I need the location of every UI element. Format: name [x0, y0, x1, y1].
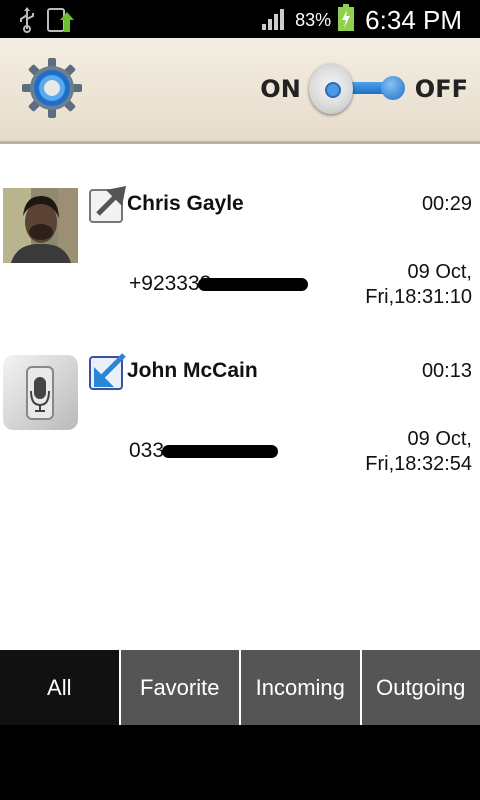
call-date: 09 Oct, Fri,18:31:10: [365, 260, 472, 310]
list-item[interactable]: John McCain 00:13 033 09 Oct, Fri,18:32:…: [0, 311, 480, 478]
battery-charging-icon: [337, 4, 355, 36]
toggle-off-knob: [380, 76, 405, 100]
call-duration: 00:29: [421, 193, 472, 215]
call-duration: 00:13: [421, 360, 472, 382]
usb-icon: [18, 7, 36, 37]
call-date-day: 09 Oct,: [407, 428, 472, 450]
incoming-call-icon: [88, 351, 128, 391]
tab-incoming[interactable]: Incoming: [239, 650, 360, 725]
contact-name: John McCain: [127, 359, 258, 382]
download-icon: [46, 6, 76, 38]
app-header: ON OFF: [0, 38, 480, 144]
redaction-mark: [162, 445, 278, 458]
signal-icon: [261, 6, 289, 34]
status-indicators: 83% 6:34 PM: [261, 4, 462, 36]
toggle-switch[interactable]: [308, 60, 407, 118]
clock: 6:34 PM: [365, 4, 462, 35]
phone-number: 033: [129, 439, 165, 462]
status-bar: 83% 6:34 PM: [0, 0, 480, 38]
filter-tabs: All Favorite Incoming Outgoing: [0, 650, 480, 725]
on-off-toggle[interactable]: ON OFF: [260, 60, 468, 118]
toggle-off-label: OFF: [414, 75, 468, 103]
system-navigation-bar: [0, 725, 480, 800]
voice-recorder-icon: [3, 355, 78, 430]
status-notifications: [18, 6, 76, 38]
contact-photo: [3, 188, 78, 263]
call-date-time: Fri,18:32:54: [365, 453, 472, 475]
gear-icon[interactable]: [20, 56, 84, 120]
list-item[interactable]: Chris Gayle 00:29 +923333 09 Oct, Fri,18…: [0, 144, 480, 311]
call-list: Chris Gayle 00:29 +923333 09 Oct, Fri,18…: [0, 144, 480, 478]
tab-all[interactable]: All: [0, 650, 119, 725]
call-date: 09 Oct, Fri,18:32:54: [365, 427, 472, 477]
toggle-knob[interactable]: [308, 64, 353, 114]
contact-name: Chris Gayle: [127, 192, 244, 215]
call-date-time: Fri,18:31:10: [365, 286, 472, 308]
outgoing-call-icon: [88, 184, 128, 224]
toggle-on-label: ON: [260, 75, 301, 103]
call-date-day: 09 Oct,: [407, 261, 472, 283]
tab-favorite[interactable]: Favorite: [118, 650, 239, 725]
redaction-mark: [198, 278, 308, 291]
tab-outgoing[interactable]: Outgoing: [359, 650, 480, 725]
battery-percent: 83%: [295, 9, 332, 30]
